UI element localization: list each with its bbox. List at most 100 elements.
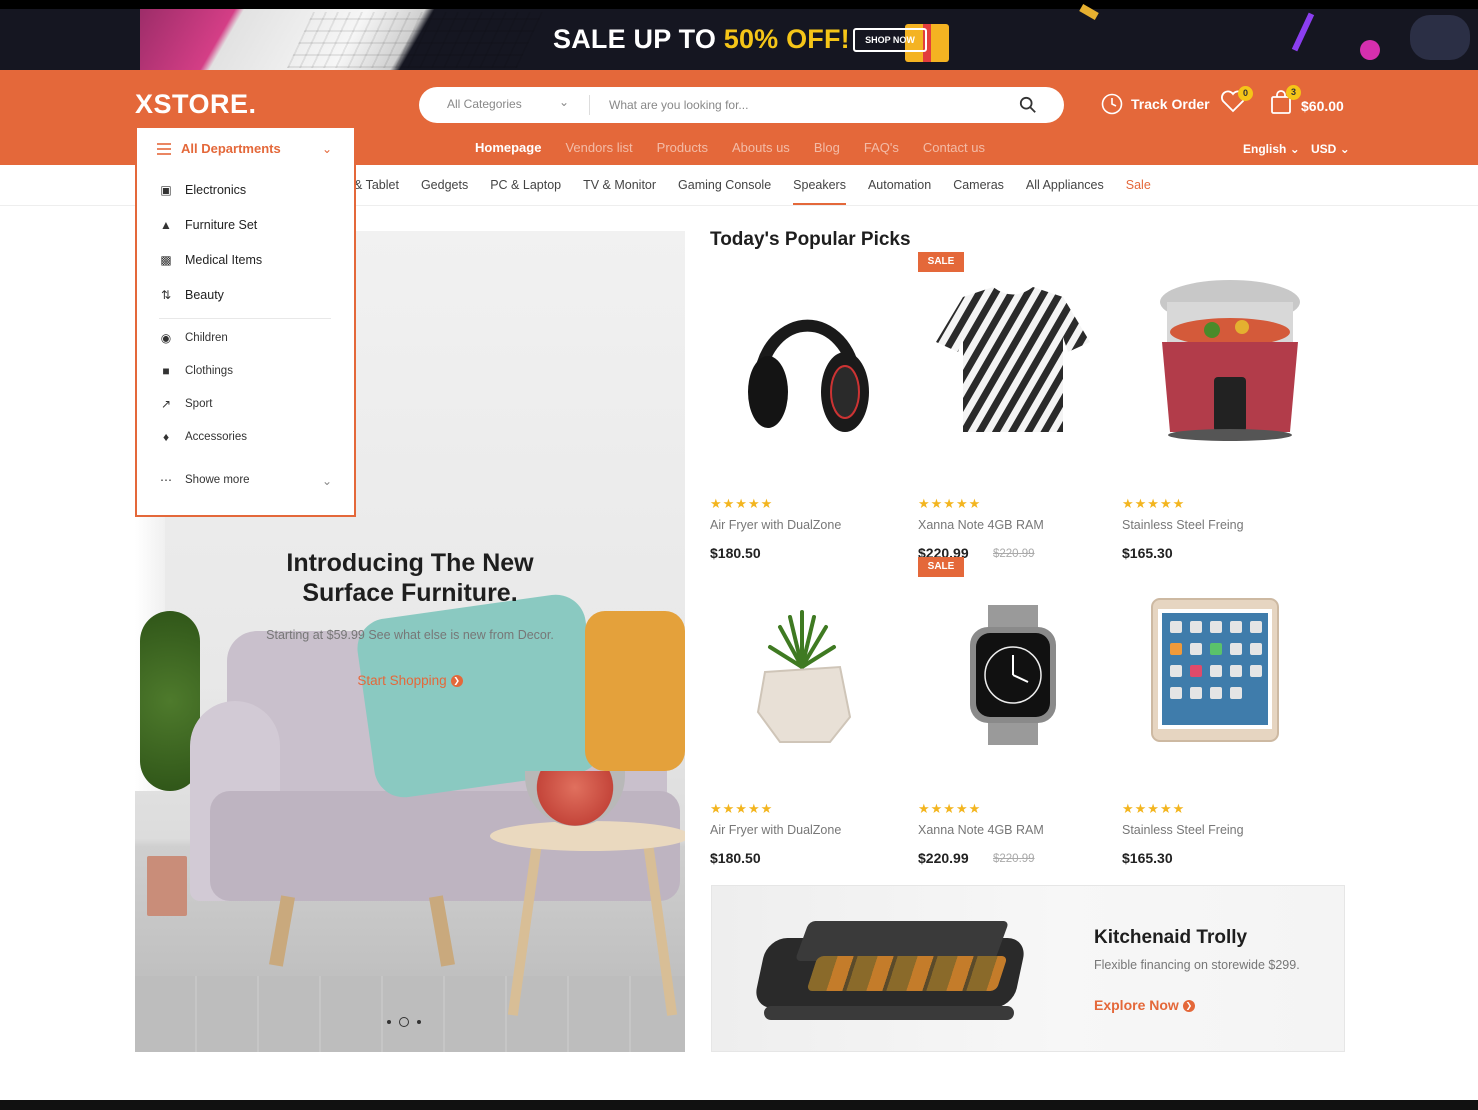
dept-item-clothings[interactable]: ■ Clothings bbox=[159, 364, 233, 378]
start-shopping-label: Start Shopping bbox=[357, 673, 447, 688]
dept-item-beauty[interactable]: ⇅ Beauty bbox=[159, 288, 224, 302]
category-cameras[interactable]: Cameras bbox=[953, 178, 1004, 192]
dept-item-furniture-set[interactable]: ▲ Furniture Set bbox=[159, 218, 257, 232]
category-all-appliances[interactable]: All Appliances bbox=[1026, 178, 1104, 192]
nav-products[interactable]: Products bbox=[657, 140, 708, 155]
sale-badge: SALE bbox=[918, 557, 964, 577]
product-name[interactable]: Air Fryer with DualZone bbox=[710, 518, 841, 532]
promo-text-prefix: SALE UP TO bbox=[553, 24, 724, 54]
dept-item-electronics[interactable]: ▣ Electronics bbox=[159, 183, 246, 197]
nav-faqs[interactable]: FAQ's bbox=[864, 140, 899, 155]
product-name[interactable]: Xanna Note 4GB RAM bbox=[918, 518, 1044, 532]
nav-homepage[interactable]: Homepage bbox=[475, 140, 541, 155]
sale-badge: SALE bbox=[918, 252, 964, 272]
product-price: $180.50 bbox=[710, 850, 761, 866]
hero-sofa-leg bbox=[269, 895, 295, 967]
child-icon: ◉ bbox=[160, 331, 172, 345]
product-card[interactable]: SALE ★★★★★ Xanna Note 4GB RAM $220.99 $2… bbox=[918, 557, 1108, 867]
dept-item-label: Medical Items bbox=[185, 253, 263, 267]
wishlist-count-badge: 0 bbox=[1238, 86, 1253, 101]
rating-stars: ★★★★★ bbox=[1122, 496, 1186, 511]
kitchenaid-promo-banner[interactable]: Kitchenaid Trolly Flexible financing on … bbox=[711, 885, 1345, 1052]
product-card[interactable]: ★★★★★ Stainless Steel Freing $165.30 bbox=[1122, 252, 1312, 562]
explore-now-label: Explore Now bbox=[1094, 997, 1179, 1013]
category-speakers[interactable]: Speakers bbox=[793, 178, 846, 205]
dept-item-children[interactable]: ◉ Children bbox=[159, 331, 228, 345]
search-divider bbox=[589, 95, 590, 115]
product-name[interactable]: Stainless Steel Freing bbox=[1122, 518, 1244, 532]
category-gaming-console[interactable]: Gaming Console bbox=[678, 178, 771, 192]
hero-pillow-image bbox=[353, 590, 607, 802]
product-name[interactable]: Xanna Note 4GB RAM bbox=[918, 823, 1044, 837]
slider-dot[interactable] bbox=[387, 1020, 391, 1024]
nav-about-us[interactable]: Abouts us bbox=[732, 140, 790, 155]
hero-title-line: Surface Furniture. bbox=[302, 579, 518, 607]
product-card[interactable]: SALE ★★★★★ Xanna Note 4GB RAM $220.99 $2… bbox=[918, 252, 1108, 562]
product-old-price: $220.99 bbox=[993, 853, 1035, 865]
product-name[interactable]: Stainless Steel Freing bbox=[1122, 823, 1244, 837]
product-price: $220.99 bbox=[918, 850, 969, 866]
start-shopping-button[interactable]: Start Shopping ❯ bbox=[135, 673, 685, 688]
site-logo[interactable]: XSTORE. bbox=[135, 89, 257, 120]
product-image-headphones[interactable] bbox=[710, 252, 900, 442]
clock-icon bbox=[1101, 93, 1123, 115]
cart-count-badge: 3 bbox=[1286, 85, 1301, 100]
currency-select[interactable]: USD ⌄ bbox=[1311, 142, 1350, 156]
product-image-rice-cooker[interactable] bbox=[1122, 252, 1312, 442]
cart-button[interactable]: 3 bbox=[1270, 85, 1301, 117]
nav-vendors-list[interactable]: Vendors list bbox=[565, 140, 632, 155]
nav-blog[interactable]: Blog bbox=[814, 140, 840, 155]
banner-keyboard-image bbox=[286, 12, 544, 68]
kitchen-promo-title: Kitchenaid Trolly bbox=[1094, 927, 1248, 948]
product-name[interactable]: Air Fryer with DualZone bbox=[710, 823, 841, 837]
wishlist-button[interactable]: 0 bbox=[1220, 86, 1253, 118]
track-order-label: Track Order bbox=[1131, 96, 1210, 112]
track-order-link[interactable]: Track Order bbox=[1101, 93, 1210, 115]
arrow-right-circle-icon: ❯ bbox=[450, 675, 463, 688]
dept-show-more[interactable]: ⋯ Showe more bbox=[159, 473, 250, 487]
all-departments-toggle[interactable]: All Departments bbox=[157, 141, 281, 156]
product-image-potted-plant[interactable] bbox=[710, 557, 900, 747]
product-image-tablet[interactable] bbox=[1122, 557, 1312, 747]
dept-item-medical-items[interactable]: ▩ Medical Items bbox=[159, 253, 262, 267]
nav-contact-us[interactable]: Contact us bbox=[923, 140, 985, 155]
cart-total[interactable]: $60.00 bbox=[1301, 98, 1344, 114]
search-category-select[interactable]: All Categories bbox=[447, 97, 522, 111]
dept-item-sport[interactable]: ↗ Sport bbox=[159, 397, 213, 411]
category-tablet[interactable]: & Tablet bbox=[354, 178, 399, 192]
dept-item-label: Electronics bbox=[185, 183, 247, 197]
product-card[interactable]: ★★★★★ Air Fryer with DualZone $180.50 bbox=[710, 557, 900, 867]
chevron-down-icon[interactable]: ⌄ bbox=[559, 95, 569, 109]
hero-subtitle: Starting at $59.99 See what else is new … bbox=[266, 628, 554, 642]
dept-item-label: Clothings bbox=[185, 365, 233, 377]
category-automation[interactable]: Automation bbox=[868, 178, 931, 192]
more-dots-icon: ⋯ bbox=[160, 473, 172, 487]
chevron-down-icon[interactable]: ⌄ bbox=[322, 142, 332, 156]
language-label: English bbox=[1243, 142, 1287, 156]
slider-dot-active[interactable] bbox=[399, 1017, 409, 1027]
slider-dot[interactable] bbox=[417, 1020, 421, 1024]
product-image-zebra-tshirt[interactable] bbox=[918, 252, 1108, 442]
explore-now-button[interactable]: Explore Now ❯ bbox=[1094, 997, 1195, 1013]
category-gadgets[interactable]: Gedgets bbox=[421, 178, 468, 192]
category-pc-laptop[interactable]: PC & Laptop bbox=[490, 178, 561, 192]
language-select[interactable]: English ⌄ bbox=[1243, 142, 1300, 156]
hero-table-image bbox=[490, 821, 685, 851]
category-sale[interactable]: Sale bbox=[1126, 178, 1151, 192]
category-tv-monitor[interactable]: TV & Monitor bbox=[583, 178, 656, 192]
rating-stars: ★★★★★ bbox=[710, 496, 774, 511]
arrow-right-circle-icon: ❯ bbox=[1182, 1000, 1195, 1013]
promo-banner[interactable]: SALE UP TO 50% OFF! SHOP NOW bbox=[0, 0, 1478, 70]
product-image-smartwatch[interactable] bbox=[918, 557, 1108, 747]
shirt-icon: ■ bbox=[162, 364, 170, 378]
dept-item-accessories[interactable]: ♦ Accessories bbox=[159, 430, 247, 444]
search-input[interactable] bbox=[609, 94, 989, 116]
search-icon[interactable] bbox=[1019, 96, 1037, 114]
chevron-down-icon[interactable]: ⌄ bbox=[322, 474, 332, 488]
product-card[interactable]: ★★★★★ Air Fryer with DualZone $180.50 bbox=[710, 252, 900, 562]
rating-stars: ★★★★★ bbox=[710, 801, 774, 816]
shop-now-button[interactable]: SHOP NOW bbox=[853, 28, 927, 52]
chevron-down-icon: ⌄ bbox=[1289, 142, 1300, 156]
product-card[interactable]: ★★★★★ Stainless Steel Freing $165.30 bbox=[1122, 557, 1312, 867]
hero-sofa-leg bbox=[429, 895, 455, 967]
